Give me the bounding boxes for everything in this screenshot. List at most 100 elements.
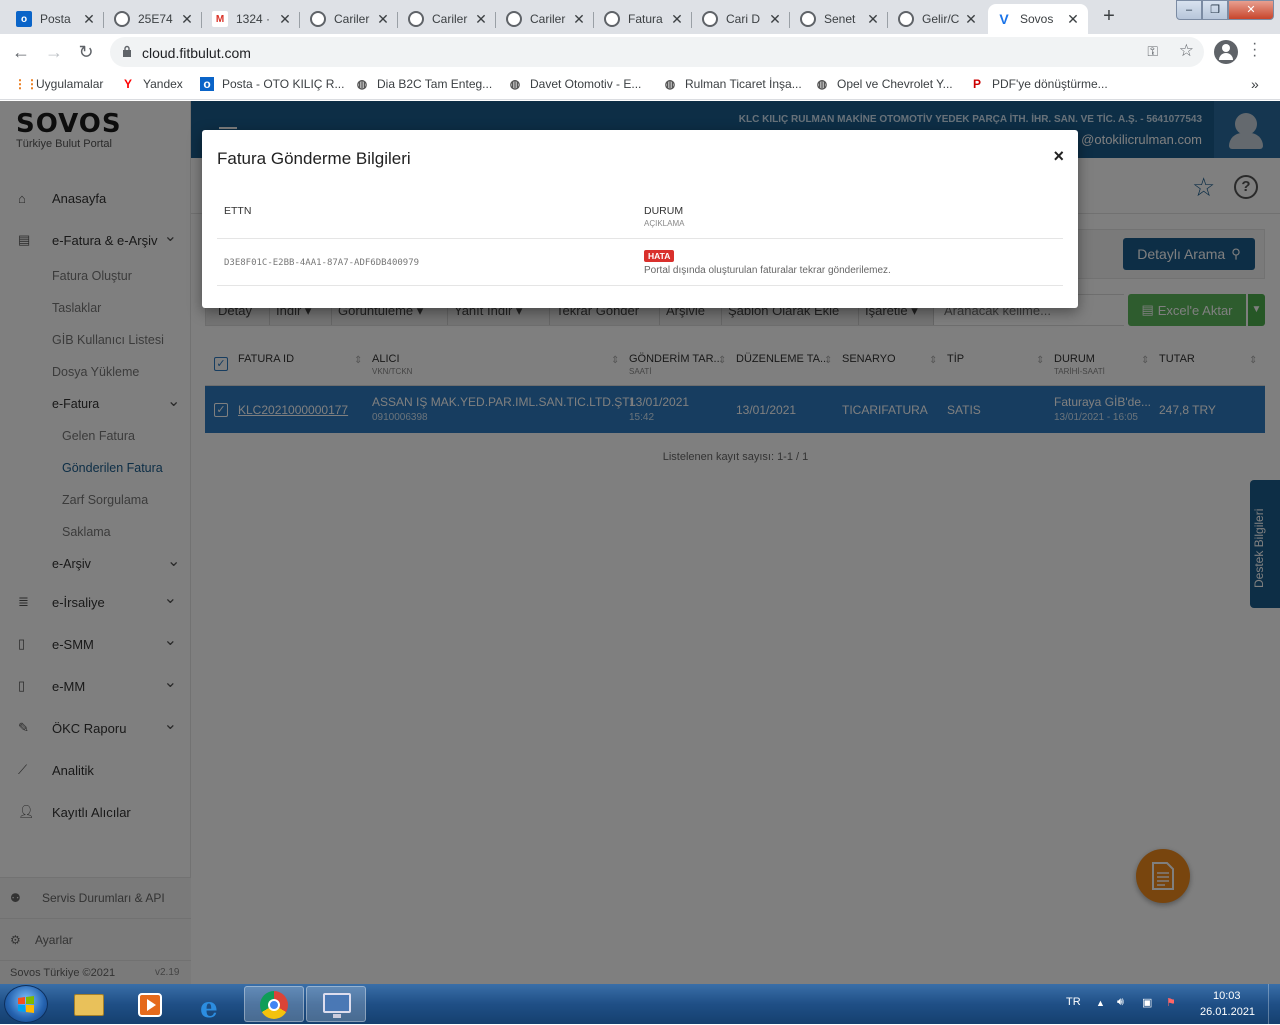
bookmark-item[interactable]: ◍ Rulman Ticaret İnşa... xyxy=(663,77,802,91)
bookmark-item[interactable]: ◍ Davet Otomotiv - E... xyxy=(508,77,642,91)
tab-label: Cariler xyxy=(432,12,468,26)
remote-desktop-taskbar-icon[interactable] xyxy=(306,986,366,1022)
maximize-button[interactable]: ❐ xyxy=(1202,0,1228,20)
tab-close-icon[interactable]: ✕ xyxy=(278,11,292,28)
browser-toolbar: ← → ↻ cloud.fitbulut.com ⚿ ☆ · · · xyxy=(0,34,1280,70)
windows-taskbar: e TR ▲ 🔊︎ ▣ ⚑ 10:03 26.01.2021 xyxy=(0,984,1280,1024)
show-desktop-button[interactable] xyxy=(1268,984,1280,1024)
menu-kebab-icon[interactable]: · · · xyxy=(1252,36,1257,64)
tab-label: Cariler xyxy=(530,12,566,26)
tab-close-icon[interactable]: ✕ xyxy=(82,11,96,28)
browser-tab[interactable]: 25E74 ✕ xyxy=(106,4,202,34)
tab-label: Sovos xyxy=(1020,12,1054,26)
tray-expand-icon[interactable]: ▲ xyxy=(1096,998,1105,1008)
globe-icon xyxy=(310,11,326,27)
volume-icon[interactable]: 🔊︎ xyxy=(1117,996,1124,1009)
tab-label: 1324 · xyxy=(236,12,271,26)
key-icon[interactable]: ⚿ xyxy=(1147,43,1158,60)
tab-close-icon[interactable]: ✕ xyxy=(376,11,390,28)
pdf24-icon: P xyxy=(972,77,981,91)
windows-logo-icon xyxy=(18,996,34,1013)
bookmark-item[interactable]: Y Yandex xyxy=(121,77,183,91)
new-tab-button[interactable]: + xyxy=(1095,5,1123,29)
lock-icon xyxy=(123,45,131,57)
tab-close-icon[interactable]: ✕ xyxy=(1066,11,1080,28)
bookmark-item[interactable]: ◍ Opel ve Chevrolet Y... xyxy=(815,77,953,91)
internet-explorer-taskbar-icon[interactable]: e xyxy=(182,986,242,1024)
bookmark-item[interactable]: ◍ Dia B2C Tam Enteg... xyxy=(355,77,492,91)
bookmark-label: Davet Otomotiv - E... xyxy=(530,77,642,91)
gmail-icon: M xyxy=(212,11,228,27)
tab-label: Cari D xyxy=(726,12,761,26)
browser-tab[interactable]: Cariler ✕ xyxy=(498,4,594,34)
close-window-button[interactable]: ✕ xyxy=(1228,0,1274,20)
tab-close-icon[interactable]: ✕ xyxy=(572,11,586,28)
action-center-flag-icon[interactable]: ⚑ xyxy=(1166,996,1176,1009)
bookmark-label: Uygulamalar xyxy=(36,77,104,91)
back-icon[interactable]: ← xyxy=(10,42,32,64)
minimize-button[interactable]: – xyxy=(1176,0,1202,20)
tab-close-icon[interactable]: ✕ xyxy=(768,11,782,28)
browser-tab[interactable]: V Sovos ✕ xyxy=(988,4,1088,34)
bookmark-star-icon[interactable]: ☆ xyxy=(1179,41,1194,61)
close-icon[interactable]: × xyxy=(1053,146,1064,167)
fatura-gonderme-modal: Fatura Gönderme Bilgileri × ETTN DURUM AÇ… xyxy=(202,130,1078,308)
tab-label: Senet xyxy=(824,12,856,26)
address-bar[interactable]: cloud.fitbulut.com ⚿ ☆ xyxy=(110,37,1204,67)
bookmark-label: Rulman Ticaret İnşa... xyxy=(685,77,802,91)
yandex-icon: Y xyxy=(123,77,132,91)
globe-icon xyxy=(506,11,522,27)
tab-close-icon[interactable]: ✕ xyxy=(670,11,684,28)
chrome-taskbar-icon[interactable] xyxy=(244,986,304,1022)
forward-icon[interactable]: → xyxy=(43,42,65,64)
bookmark-label: Yandex xyxy=(143,77,183,91)
tab-label: Fatura xyxy=(628,12,663,26)
browser-tab[interactable]: Fatura ✕ xyxy=(596,4,692,34)
globe-icon xyxy=(114,11,130,27)
bookmark-item[interactable]: P PDF'ye dönüştürme... xyxy=(970,77,1108,91)
modal-title: Fatura Gönderme Bilgileri xyxy=(217,149,411,168)
browser-tab[interactable]: M 1324 · ✕ xyxy=(204,4,300,34)
browser-tab[interactable]: Cariler ✕ xyxy=(302,4,398,34)
clock-date[interactable]: 26.01.2021 xyxy=(1200,1006,1255,1018)
tab-label: Cariler xyxy=(334,12,370,26)
globe-icon: ◍ xyxy=(816,77,828,91)
tab-label: Posta xyxy=(40,12,71,26)
globe-icon xyxy=(408,11,424,27)
col-durum: DURUM AÇIKLAMA xyxy=(644,205,685,228)
network-icon[interactable]: ▣ xyxy=(1142,996,1152,1009)
clock-time[interactable]: 10:03 xyxy=(1213,990,1241,1002)
bookmarks-bar: ⋮⋮ Uygulamalar Y Yandex o Posta - OTO KILIÇ R… xyxy=(0,70,1280,100)
media-player-taskbar-icon[interactable] xyxy=(120,986,180,1022)
sovos-icon: V xyxy=(999,11,1009,27)
ettn-value: D3E8F01C-E2BB-4AA1-87A7-ADF6DB400979 xyxy=(224,258,420,268)
outlook-icon: o xyxy=(16,11,32,27)
globe-icon: ◍ xyxy=(356,77,368,91)
url-text: cloud.fitbulut.com xyxy=(142,45,251,61)
more-bookmarks-icon[interactable]: » xyxy=(1251,76,1259,92)
browser-tab-bar: o Posta ✕ 25E74 ✕ M 1324 · ✕ Cariler ✕ Cariler ✕ Car… xyxy=(0,0,1280,34)
profile-avatar-icon[interactable] xyxy=(1214,40,1238,64)
error-badge: HATA xyxy=(644,250,675,262)
globe-icon: ◍ xyxy=(664,77,676,91)
windows-start-button[interactable] xyxy=(4,985,48,1023)
apps-grid-icon: ⋮⋮ xyxy=(14,77,38,91)
globe-icon: ◍ xyxy=(509,77,521,91)
browser-tab[interactable]: Cari D ✕ xyxy=(694,4,790,34)
globe-icon xyxy=(604,11,620,27)
explorer-taskbar-icon[interactable] xyxy=(58,986,118,1022)
tab-close-icon[interactable]: ✕ xyxy=(964,11,978,28)
bookmark-label: Posta - OTO KILIÇ R... xyxy=(222,77,345,91)
reload-icon[interactable]: ↻ xyxy=(75,42,97,64)
bookmark-item[interactable]: o Posta - OTO KILIÇ R... xyxy=(200,77,344,91)
browser-tab[interactable]: o Posta ✕ xyxy=(8,4,104,34)
browser-tab[interactable]: Gelir/C ✕ xyxy=(890,4,986,34)
bookmark-item[interactable]: ⋮⋮ Uygulamalar xyxy=(14,77,103,91)
language-indicator[interactable]: TR xyxy=(1066,996,1081,1008)
tab-close-icon[interactable]: ✕ xyxy=(474,11,488,28)
browser-tab[interactable]: Cariler ✕ xyxy=(400,4,496,34)
browser-tab[interactable]: Senet ✕ xyxy=(792,4,888,34)
tab-close-icon[interactable]: ✕ xyxy=(180,11,194,28)
tab-close-icon[interactable]: ✕ xyxy=(866,11,880,28)
bookmark-label: PDF'ye dönüştürme... xyxy=(992,77,1108,91)
